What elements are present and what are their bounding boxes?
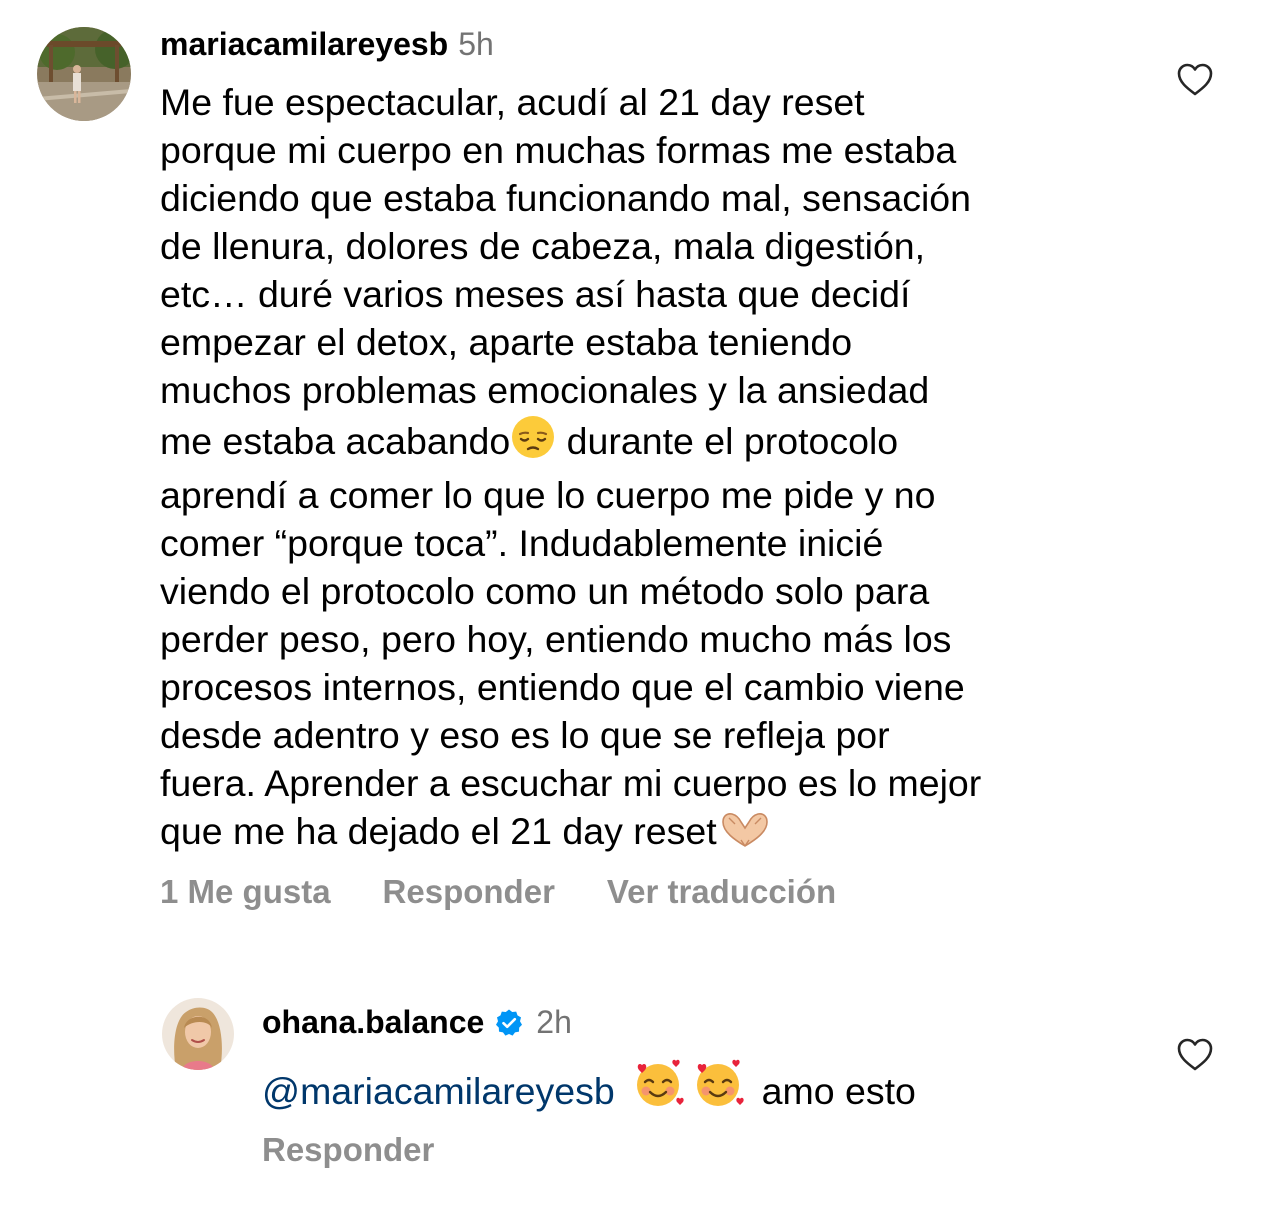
heart-hands-emoji [717, 810, 773, 861]
comment-line: desde adentro y eso es lo que se refleja… [160, 714, 890, 756]
reply-header: ohana.balance 2h [262, 1000, 572, 1049]
comment-actions: 1 Me gusta Responder Ver traducción [160, 870, 836, 914]
comment-line: diciendo que estaba funcionando mal, sen… [160, 177, 971, 219]
username[interactable]: mariacamilareyesb [160, 26, 448, 62]
reply-actions: Responder [262, 1128, 434, 1172]
avatar[interactable] [37, 27, 131, 121]
timestamp: 2h [536, 1004, 572, 1040]
comment-line: comer “porque toca”. Indudablemente inic… [160, 522, 884, 564]
comment-line: que me ha dejado el 21 day reset [160, 807, 1135, 861]
comment-line: empezar el detox, aparte estaba teniendo [160, 321, 853, 363]
avatar[interactable] [162, 998, 234, 1070]
smiling-face-with-hearts-emoji [691, 1056, 745, 1121]
translate-button[interactable]: Ver traducción [607, 873, 836, 910]
comment-line: de llenura, dolores de cabeza, mala dige… [160, 225, 926, 267]
comment-text-segment: que me ha dejado el 21 day reset [160, 810, 717, 852]
comment-text-segment: durante el protocolo [556, 420, 899, 462]
heart-icon[interactable] [1175, 60, 1215, 100]
comment-text: Me fue espectacular, acudí al 21 day res… [160, 78, 1135, 861]
comment-line: viendo el protocolo como un método solo … [160, 570, 930, 612]
comment: mariacamilareyesb 5h Me fue espectacular,… [0, 0, 1284, 940]
heart-icon[interactable] [1175, 1035, 1215, 1075]
reply-message: amo esto [761, 1070, 916, 1112]
reply-comment: ohana.balance 2h @mariacamilareyesb amo … [0, 980, 1284, 1206]
username[interactable]: ohana.balance [262, 1004, 484, 1040]
comment-line: Me fue espectacular, acudí al 21 day res… [160, 81, 865, 123]
mention-link[interactable]: @mariacamilareyesb [262, 1070, 615, 1112]
reply-button[interactable]: Responder [262, 1131, 434, 1168]
reply-text: @mariacamilareyesb amo esto [262, 1056, 916, 1121]
comment-header: mariacamilareyesb 5h [160, 24, 494, 64]
comment-text-segment: me estaba acabando [160, 420, 511, 462]
comment-line: muchos problemas emocionales y la ansied… [160, 369, 930, 411]
comment-line: procesos internos, entiendo que el cambi… [160, 666, 965, 708]
smiling-face-with-hearts-emoji [631, 1056, 685, 1121]
timestamp: 5h [458, 26, 494, 62]
comment-line: aprendí a comer lo que lo cuerpo me pide… [160, 474, 936, 516]
comment-line: fuera. Aprender a escuchar mi cuerpo es … [160, 762, 982, 804]
comment-line: etc… duré varios meses así hasta que dec… [160, 273, 911, 315]
verified-badge-icon [494, 1005, 524, 1049]
comment-line: porque mi cuerpo en muchas formas me est… [160, 129, 957, 171]
comment-line: me estaba acabando durante el protocolo [160, 414, 1135, 471]
likes-count[interactable]: 1 Me gusta [160, 873, 331, 910]
reply-button[interactable]: Responder [383, 873, 555, 910]
comment-line: perder peso, pero hoy, entiendo mucho má… [160, 618, 952, 660]
pensive-face-emoji [510, 414, 556, 471]
